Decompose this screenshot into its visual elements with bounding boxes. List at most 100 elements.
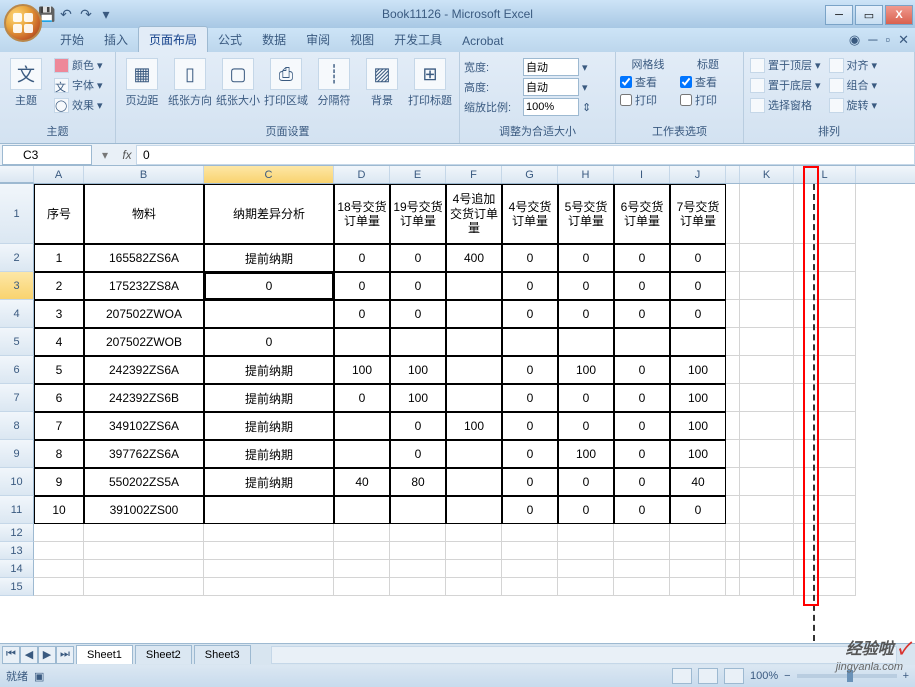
cell[interactable]: 40	[334, 468, 390, 496]
cell[interactable]: 391002ZS00	[84, 496, 204, 524]
row-header-13[interactable]: 13	[0, 542, 34, 560]
cell[interactable]	[794, 496, 856, 524]
cell[interactable]	[740, 524, 794, 542]
cell[interactable]: 207502ZWOB	[84, 328, 204, 356]
cell[interactable]: 349102ZS6A	[84, 412, 204, 440]
row-header-15[interactable]: 15	[0, 578, 34, 596]
row-header-3[interactable]: 3	[0, 272, 34, 300]
cell[interactable]	[84, 524, 204, 542]
cell[interactable]	[84, 578, 204, 596]
cell[interactable]	[204, 578, 334, 596]
col-header-C[interactable]: C	[204, 166, 334, 183]
cell[interactable]: 0	[558, 244, 614, 272]
fonts-button[interactable]: 文字体▾	[52, 76, 105, 94]
cell[interactable]: 100	[670, 412, 726, 440]
cell[interactable]	[726, 272, 740, 300]
cell[interactable]	[740, 542, 794, 560]
cell[interactable]	[740, 468, 794, 496]
cell[interactable]: 0	[614, 300, 670, 328]
cell[interactable]: 100	[390, 384, 446, 412]
cell[interactable]: 提前纳期	[204, 356, 334, 384]
cell[interactable]	[204, 560, 334, 578]
bring-front-button[interactable]: 置于顶层▾	[748, 56, 823, 74]
col-header-B[interactable]: B	[84, 166, 204, 183]
cell[interactable]	[740, 412, 794, 440]
fx-icon[interactable]: fx	[118, 148, 136, 162]
cell[interactable]: 0	[502, 468, 558, 496]
cell[interactable]	[390, 496, 446, 524]
cell[interactable]	[390, 560, 446, 578]
send-back-button[interactable]: 置于底层▾	[748, 76, 823, 94]
cell[interactable]: 3	[34, 300, 84, 328]
cell[interactable]	[670, 578, 726, 596]
cell[interactable]: 0	[390, 412, 446, 440]
cell[interactable]	[726, 300, 740, 328]
cell[interactable]: 提前纳期	[204, 412, 334, 440]
cell[interactable]	[334, 412, 390, 440]
cell[interactable]: 19号交货订单量	[390, 184, 446, 244]
cell[interactable]	[446, 468, 502, 496]
cell[interactable]: 6号交货订单量	[614, 184, 670, 244]
row-header-12[interactable]: 12	[0, 524, 34, 542]
restore-icon[interactable]: ▫	[885, 32, 890, 48]
cell[interactable]: 提前纳期	[204, 468, 334, 496]
cell[interactable]: 0	[614, 384, 670, 412]
cell[interactable]	[740, 560, 794, 578]
cell[interactable]	[204, 524, 334, 542]
cell[interactable]	[446, 384, 502, 412]
cell[interactable]	[334, 578, 390, 596]
cell[interactable]: 207502ZWOA	[84, 300, 204, 328]
maximize-button[interactable]: ▭	[855, 5, 883, 25]
width-input[interactable]	[523, 58, 579, 76]
print-titles-button[interactable]: ⊞打印标题	[408, 54, 452, 108]
row-header-9[interactable]: 9	[0, 440, 34, 468]
cell[interactable]	[334, 524, 390, 542]
cell[interactable]: 0	[502, 440, 558, 468]
cell[interactable]	[740, 440, 794, 468]
cell[interactable]: 4号交货订单量	[502, 184, 558, 244]
cell[interactable]	[558, 578, 614, 596]
cell[interactable]	[204, 300, 334, 328]
cell[interactable]	[204, 496, 334, 524]
cell[interactable]	[726, 356, 740, 384]
cell[interactable]	[502, 578, 558, 596]
cell[interactable]	[794, 468, 856, 496]
sheet-nav-last[interactable]: ⏭	[56, 646, 74, 664]
cell[interactable]: 8	[34, 440, 84, 468]
cell[interactable]	[502, 560, 558, 578]
cell[interactable]: 0	[334, 272, 390, 300]
col-header-corner[interactable]	[0, 166, 34, 183]
scale-input[interactable]	[523, 98, 579, 116]
office-button[interactable]	[4, 4, 42, 42]
cell[interactable]	[670, 328, 726, 356]
cell[interactable]	[446, 496, 502, 524]
cell[interactable]: 0	[670, 300, 726, 328]
close-doc-icon[interactable]: ✕	[898, 32, 909, 48]
cell[interactable]	[334, 440, 390, 468]
cell[interactable]	[502, 328, 558, 356]
cell[interactable]	[34, 542, 84, 560]
cell[interactable]: 100	[670, 384, 726, 412]
cell[interactable]	[446, 560, 502, 578]
cell[interactable]	[726, 496, 740, 524]
break-view-button[interactable]	[724, 668, 744, 684]
cell[interactable]: 165582ZS6A	[84, 244, 204, 272]
cell[interactable]	[726, 440, 740, 468]
cell[interactable]	[614, 524, 670, 542]
sheet-nav-next[interactable]: ▶	[38, 646, 56, 664]
tab-acrobat[interactable]: Acrobat	[452, 30, 513, 52]
cell[interactable]: 2	[34, 272, 84, 300]
cell[interactable]	[726, 578, 740, 596]
cell[interactable]	[726, 412, 740, 440]
cell[interactable]	[446, 300, 502, 328]
breaks-button[interactable]: ┊分隔符	[312, 54, 356, 108]
cell[interactable]: 242392ZS6A	[84, 356, 204, 384]
qat-more-icon[interactable]: ▾	[98, 6, 114, 22]
cell[interactable]	[558, 524, 614, 542]
cell[interactable]	[794, 384, 856, 412]
cell[interactable]	[740, 384, 794, 412]
cell[interactable]: 175232ZS8A	[84, 272, 204, 300]
cell[interactable]	[794, 356, 856, 384]
cell[interactable]: 0	[558, 272, 614, 300]
row-header-1[interactable]: 1	[0, 184, 34, 244]
